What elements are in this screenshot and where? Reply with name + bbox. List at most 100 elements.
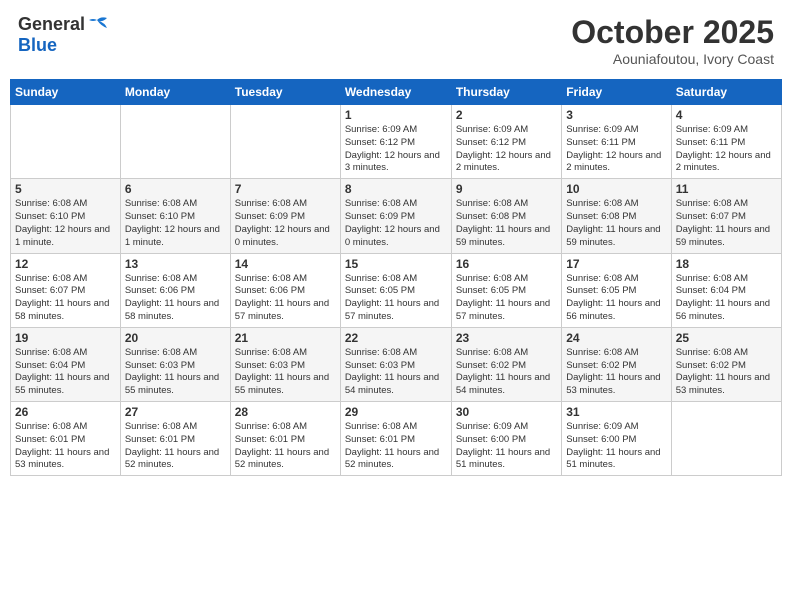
- day-number: 2: [456, 108, 557, 122]
- calendar-cell: 19 Sunrise: 6:08 AM Sunset: 6:04 PM Dayli…: [11, 327, 121, 401]
- day-number: 29: [345, 405, 447, 419]
- day-info: Sunrise: 6:08 AM Sunset: 6:09 PM Dayligh…: [235, 198, 336, 249]
- month-title: October 2025: [571, 14, 774, 51]
- day-info: Sunrise: 6:08 AM Sunset: 6:10 PM Dayligh…: [125, 198, 226, 249]
- day-info: Sunrise: 6:08 AM Sunset: 6:06 PM Dayligh…: [125, 273, 226, 324]
- day-info: Sunrise: 6:08 AM Sunset: 6:07 PM Dayligh…: [15, 273, 116, 324]
- day-number: 3: [566, 108, 666, 122]
- day-number: 24: [566, 331, 666, 345]
- day-number: 1: [345, 108, 447, 122]
- day-info: Sunrise: 6:08 AM Sunset: 6:07 PM Dayligh…: [676, 198, 777, 249]
- calendar-cell: 10 Sunrise: 6:08 AM Sunset: 6:08 PM Dayli…: [562, 179, 671, 253]
- calendar-cell: 23 Sunrise: 6:08 AM Sunset: 6:02 PM Dayli…: [451, 327, 561, 401]
- calendar-cell: 24 Sunrise: 6:08 AM Sunset: 6:02 PM Dayli…: [562, 327, 671, 401]
- calendar-cell: [120, 105, 230, 179]
- day-info: Sunrise: 6:08 AM Sunset: 6:01 PM Dayligh…: [345, 421, 447, 472]
- logo-blue: Blue: [18, 35, 57, 55]
- day-number: 31: [566, 405, 666, 419]
- weekday-header-saturday: Saturday: [671, 80, 781, 105]
- calendar-cell: 11 Sunrise: 6:08 AM Sunset: 6:07 PM Dayli…: [671, 179, 781, 253]
- calendar-cell: 30 Sunrise: 6:09 AM Sunset: 6:00 PM Dayli…: [451, 402, 561, 476]
- day-number: 14: [235, 257, 336, 271]
- calendar-header-row: SundayMondayTuesdayWednesdayThursdayFrid…: [11, 80, 782, 105]
- calendar-cell: 20Sunrise: 6:08 AM Sunset: 6:03 PM Dayli…: [120, 327, 230, 401]
- day-info: Sunrise: 6:08 AM Sunset: 6:10 PM Dayligh…: [15, 198, 116, 249]
- location-subtitle: Aouniafoutou, Ivory Coast: [571, 51, 774, 67]
- day-number: 25: [676, 331, 777, 345]
- calendar-cell: 17 Sunrise: 6:08 AM Sunset: 6:05 PM Dayli…: [562, 253, 671, 327]
- day-info: Sunrise: 6:09 AM Sunset: 6:00 PM Dayligh…: [566, 421, 666, 472]
- calendar-cell: 21Sunrise: 6:08 AM Sunset: 6:03 PM Dayli…: [230, 327, 340, 401]
- day-info: Sunrise: 6:09 AM Sunset: 6:00 PM Dayligh…: [456, 421, 557, 472]
- day-info: Sunrise: 6:08 AM Sunset: 6:01 PM Dayligh…: [235, 421, 336, 472]
- logo: General Blue: [18, 14, 109, 56]
- calendar-cell: 15Sunrise: 6:08 AM Sunset: 6:05 PM Dayli…: [340, 253, 451, 327]
- day-info: Sunrise: 6:08 AM Sunset: 6:08 PM Dayligh…: [566, 198, 666, 249]
- day-info: Sunrise: 6:08 AM Sunset: 6:05 PM Dayligh…: [456, 273, 557, 324]
- weekday-header-thursday: Thursday: [451, 80, 561, 105]
- calendar-cell: 12Sunrise: 6:08 AM Sunset: 6:07 PM Dayli…: [11, 253, 121, 327]
- weekday-header-friday: Friday: [562, 80, 671, 105]
- calendar-cell: [11, 105, 121, 179]
- calendar-cell: 29 Sunrise: 6:08 AM Sunset: 6:01 PM Dayli…: [340, 402, 451, 476]
- day-number: 15: [345, 257, 447, 271]
- calendar-cell: 26 Sunrise: 6:08 AM Sunset: 6:01 PM Dayli…: [11, 402, 121, 476]
- calendar-week-3: 12Sunrise: 6:08 AM Sunset: 6:07 PM Dayli…: [11, 253, 782, 327]
- day-number: 10: [566, 182, 666, 196]
- day-number: 13: [125, 257, 226, 271]
- day-info: Sunrise: 6:08 AM Sunset: 6:01 PM Dayligh…: [15, 421, 116, 472]
- day-number: 26: [15, 405, 116, 419]
- calendar-cell: 5 Sunrise: 6:08 AM Sunset: 6:10 PM Daylig…: [11, 179, 121, 253]
- day-info: Sunrise: 6:08 AM Sunset: 6:04 PM Dayligh…: [676, 273, 777, 324]
- day-number: 8: [345, 182, 447, 196]
- day-number: 11: [676, 182, 777, 196]
- day-info: Sunrise: 6:08 AM Sunset: 6:01 PM Dayligh…: [125, 421, 226, 472]
- calendar-cell: 6 Sunrise: 6:08 AM Sunset: 6:10 PM Daylig…: [120, 179, 230, 253]
- day-number: 27: [125, 405, 226, 419]
- calendar-cell: 27 Sunrise: 6:08 AM Sunset: 6:01 PM Dayli…: [120, 402, 230, 476]
- day-info: Sunrise: 6:08 AM Sunset: 6:02 PM Dayligh…: [676, 347, 777, 398]
- calendar-cell: 25 Sunrise: 6:08 AM Sunset: 6:02 PM Dayli…: [671, 327, 781, 401]
- day-number: 17: [566, 257, 666, 271]
- day-number: 18: [676, 257, 777, 271]
- calendar-cell: 9 Sunrise: 6:08 AM Sunset: 6:08 PM Daylig…: [451, 179, 561, 253]
- day-info: Sunrise: 6:09 AM Sunset: 6:12 PM Dayligh…: [456, 124, 557, 175]
- day-number: 23: [456, 331, 557, 345]
- calendar-week-1: 1 Sunrise: 6:09 AM Sunset: 6:12 PM Daylig…: [11, 105, 782, 179]
- calendar-cell: 28 Sunrise: 6:08 AM Sunset: 6:01 PM Dayli…: [230, 402, 340, 476]
- day-info: Sunrise: 6:08 AM Sunset: 6:05 PM Dayligh…: [566, 273, 666, 324]
- day-number: 5: [15, 182, 116, 196]
- day-info: Sunrise: 6:08 AM Sunset: 6:03 PM Dayligh…: [235, 347, 336, 398]
- weekday-header-tuesday: Tuesday: [230, 80, 340, 105]
- calendar-week-5: 26 Sunrise: 6:08 AM Sunset: 6:01 PM Dayli…: [11, 402, 782, 476]
- weekday-header-sunday: Sunday: [11, 80, 121, 105]
- day-number: 30: [456, 405, 557, 419]
- day-number: 28: [235, 405, 336, 419]
- calendar-cell: 7Sunrise: 6:08 AM Sunset: 6:09 PM Daylig…: [230, 179, 340, 253]
- day-number: 9: [456, 182, 557, 196]
- calendar-cell: 18 Sunrise: 6:08 AM Sunset: 6:04 PM Dayli…: [671, 253, 781, 327]
- calendar-cell: 4 Sunrise: 6:09 AM Sunset: 6:11 PM Daylig…: [671, 105, 781, 179]
- day-info: Sunrise: 6:08 AM Sunset: 6:04 PM Dayligh…: [15, 347, 116, 398]
- day-info: Sunrise: 6:08 AM Sunset: 6:08 PM Dayligh…: [456, 198, 557, 249]
- calendar-cell: 3 Sunrise: 6:09 AM Sunset: 6:11 PM Daylig…: [562, 105, 671, 179]
- day-number: 4: [676, 108, 777, 122]
- calendar-cell: 31 Sunrise: 6:09 AM Sunset: 6:00 PM Dayli…: [562, 402, 671, 476]
- logo-bird-icon: [87, 16, 109, 34]
- calendar-cell: 16Sunrise: 6:08 AM Sunset: 6:05 PM Dayli…: [451, 253, 561, 327]
- day-info: Sunrise: 6:08 AM Sunset: 6:02 PM Dayligh…: [566, 347, 666, 398]
- calendar-table: SundayMondayTuesdayWednesdayThursdayFrid…: [10, 79, 782, 476]
- page-header: General Blue October 2025 Aouniafoutou, …: [10, 10, 782, 71]
- calendar-cell: 22Sunrise: 6:08 AM Sunset: 6:03 PM Dayli…: [340, 327, 451, 401]
- weekday-header-monday: Monday: [120, 80, 230, 105]
- day-info: Sunrise: 6:08 AM Sunset: 6:02 PM Dayligh…: [456, 347, 557, 398]
- calendar-cell: 14Sunrise: 6:08 AM Sunset: 6:06 PM Dayli…: [230, 253, 340, 327]
- day-number: 6: [125, 182, 226, 196]
- day-info: Sunrise: 6:09 AM Sunset: 6:11 PM Dayligh…: [566, 124, 666, 175]
- calendar-cell: 8Sunrise: 6:08 AM Sunset: 6:09 PM Daylig…: [340, 179, 451, 253]
- day-info: Sunrise: 6:09 AM Sunset: 6:11 PM Dayligh…: [676, 124, 777, 175]
- calendar-cell: [671, 402, 781, 476]
- day-number: 22: [345, 331, 447, 345]
- calendar-week-2: 5 Sunrise: 6:08 AM Sunset: 6:10 PM Daylig…: [11, 179, 782, 253]
- day-number: 19: [15, 331, 116, 345]
